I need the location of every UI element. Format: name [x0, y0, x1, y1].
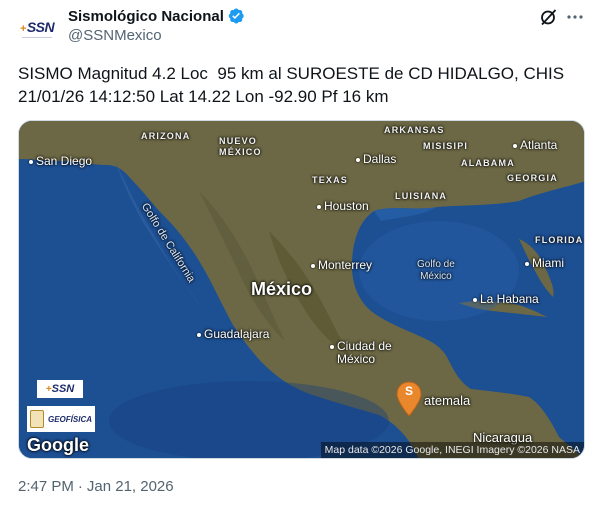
map-attribution: Map data ©2026 Google, INEGI Imagery ©20…	[320, 442, 584, 458]
tweet-post: +SSN Sismológico Nacional @SSNMexico SIS…	[0, 0, 604, 512]
map-city-mexico-cdmx: México	[337, 352, 376, 366]
unam-crest-icon	[30, 410, 44, 428]
grok-icon	[541, 9, 557, 26]
avatar[interactable]: +SSN	[16, 6, 58, 48]
map-label-florida: FLORIDA	[535, 235, 584, 245]
marker-letter: S	[405, 384, 414, 398]
google-logo: Google	[27, 435, 89, 455]
grok-button[interactable]	[538, 6, 560, 28]
ssn-badge: + SSN	[37, 380, 83, 398]
more-icon	[567, 15, 583, 19]
map-label-georgia: GEORGIA	[507, 173, 558, 183]
geofisica-badge: GEOFÍSICA	[27, 406, 95, 432]
map-city-atlanta: Atlanta	[513, 138, 557, 152]
map-image[interactable]: ARIZONA NUEVO MÉXICO ARKANSAS MISISIPI A…	[18, 120, 585, 459]
map-city-houston: Houston	[317, 199, 369, 213]
tweet-text-line-2: 21/01/26 14:12:50 Lat 14.22 Lon -92.90 P…	[18, 87, 389, 106]
tweet-time: 2:47 PM	[18, 478, 74, 495]
map-city-ciudad-de: Ciudad de	[330, 339, 392, 353]
tweet-text-line-1: SISMO Magnitud 4.2 Loc 95 km al SUROESTE…	[18, 64, 565, 83]
map-label-nuevo: NUEVO	[219, 136, 258, 146]
map-city-guatemala: atemala	[424, 393, 471, 408]
map-label-texas: TEXAS	[312, 175, 349, 185]
map-water-gulf-mexico: Golfo de México	[417, 259, 455, 283]
timestamp-separator: ·	[77, 478, 83, 495]
tweet-text: SISMO Magnitud 4.2 Loc 95 km al SUROESTE…	[18, 62, 588, 108]
tweet-timestamp[interactable]: 2:47 PM · Jan 21, 2026	[18, 478, 174, 495]
map-city-dallas: Dallas	[356, 152, 396, 166]
verified-badge-icon	[228, 8, 244, 24]
ssn-badge-text: SSN	[51, 383, 75, 395]
map-label-arizona: ARIZONA	[141, 131, 191, 141]
map-country-mexico: México	[251, 279, 313, 299]
author-display-name[interactable]: Sismológico Nacional	[68, 8, 224, 25]
map-city-guadalajara: Guadalajara	[197, 327, 269, 341]
map-water-gulf-mexico-line1: Golfo de	[417, 259, 455, 270]
map-label-alabama: ALABAMA	[461, 158, 515, 168]
map-city-monterrey: Monterrey	[311, 258, 372, 272]
ssn-logo: +SSN	[19, 19, 55, 35]
more-button[interactable]	[564, 6, 586, 28]
geofisica-badge-text: GEOFÍSICA	[48, 414, 93, 424]
map-water-gulf-mexico-line2: México	[420, 271, 452, 282]
tweet-date: Jan 21, 2026	[86, 478, 174, 495]
map-city-la-habana: La Habana	[473, 292, 539, 306]
map-label-arkansas: ARKANSAS	[384, 125, 445, 135]
map-label-mexico-state: MÉXICO	[219, 147, 262, 157]
map-label-misisipi: MISISIPI	[423, 141, 469, 151]
author-handle[interactable]: @SSNMexico	[68, 27, 162, 44]
map-label-luisiana: LUISIANA	[395, 191, 448, 201]
author-name-row: Sismológico Nacional	[68, 6, 245, 26]
map-city-san-diego: San Diego	[29, 154, 92, 168]
map-city-miami: Miami	[525, 256, 564, 270]
